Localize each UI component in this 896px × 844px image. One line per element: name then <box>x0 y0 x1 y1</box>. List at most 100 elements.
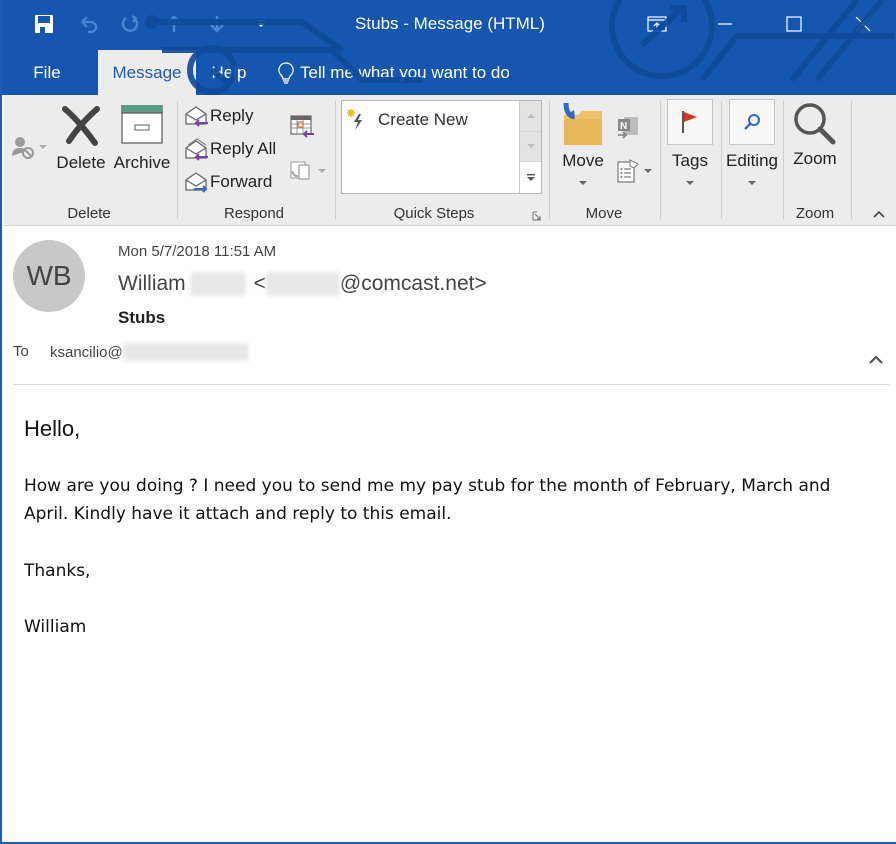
message-subject: Stubs <box>118 308 166 327</box>
quick-steps-scroll-up[interactable] <box>520 101 541 132</box>
tell-me-search[interactable]: Tell me what you want to do <box>278 50 510 95</box>
group-separator <box>851 101 852 219</box>
ribbon: Delete Archive Delete Reply Reply All Fo… <box>4 95 896 226</box>
zoom-magnifier-icon <box>794 103 836 145</box>
group-separator <box>549 101 550 219</box>
sender-email-open: < <box>253 272 266 295</box>
reply-with-meeting-icon <box>290 115 314 138</box>
tags-label: Tags <box>672 151 708 170</box>
rules-icon <box>617 159 639 183</box>
delete-icon <box>62 106 100 146</box>
more-respond-icon <box>290 161 310 180</box>
recipient-email: ksancilio@ <box>50 343 123 361</box>
group-label-zoom: Zoom <box>795 205 835 222</box>
body-paragraph: How are you doing ? I need you to send m… <box>24 475 831 525</box>
find-icon <box>744 114 760 130</box>
reply-all-label: Reply All <box>210 139 277 158</box>
message-body[interactable]: Hello, How are you doing ? I need you to… <box>24 415 854 642</box>
archive-label: Archive <box>113 153 171 172</box>
close-button[interactable] <box>840 6 886 42</box>
tab-file[interactable]: File <box>20 50 74 95</box>
dialog-launcher-icon <box>532 211 541 221</box>
more-respond-caret <box>318 169 326 173</box>
quick-steps-scroll-down[interactable] <box>520 131 541 163</box>
reply-all-button[interactable]: Reply All <box>184 135 276 163</box>
onenote-button[interactable]: N <box>616 113 640 141</box>
tags-icon-frame <box>667 99 713 145</box>
recipient[interactable]: ksancilio@ <box>50 343 249 361</box>
collapse-ribbon-button[interactable] <box>872 206 886 224</box>
tab-message[interactable]: Message <box>98 50 196 95</box>
quick-steps-more[interactable] <box>520 162 541 193</box>
forward-icon <box>185 172 208 193</box>
to-label: To <box>13 343 29 360</box>
body-closing: Thanks, <box>24 560 91 581</box>
chevron-up-icon <box>873 210 885 218</box>
collapse-header-button[interactable] <box>866 350 886 370</box>
close-icon <box>855 16 871 32</box>
more-respond-button[interactable] <box>289 157 326 185</box>
quick-step-create-icon <box>347 109 362 130</box>
move-label: Move <box>562 151 604 170</box>
ignore-conversation-icon <box>12 137 34 159</box>
tags-caret <box>686 181 694 185</box>
recipient-domain-redacted <box>122 343 249 361</box>
ribbon-tab-bar: File Message Help Tell me what you want … <box>2 50 896 95</box>
delete-button[interactable]: Delete <box>54 103 108 173</box>
zoom-button[interactable]: Zoom <box>789 101 841 169</box>
group-separator <box>721 101 722 219</box>
ignore-button[interactable] <box>10 133 47 161</box>
reply-with-meeting-button[interactable] <box>289 112 315 140</box>
gallery-more-icon <box>526 173 535 181</box>
chevron-up-icon <box>869 355 883 364</box>
group-label-move: Move <box>585 205 623 222</box>
scroll-up-icon <box>526 113 535 118</box>
ignore-dropdown-caret <box>39 145 47 149</box>
archive-icon <box>121 105 163 144</box>
body-signature: William <box>24 617 87 637</box>
title-bar: Stubs - Message (HTML) <box>2 0 896 50</box>
rules-caret <box>644 169 652 173</box>
body-greeting: Hello, <box>24 416 81 441</box>
reply-all-icon <box>185 138 208 161</box>
move-button[interactable]: Move <box>558 101 608 185</box>
move-folder-icon <box>563 102 602 145</box>
editing-button[interactable]: Editing <box>726 99 778 185</box>
lightbulb-icon <box>278 61 294 84</box>
forward-label: Forward <box>210 172 273 191</box>
rules-button[interactable] <box>616 157 652 185</box>
maximize-icon <box>786 16 802 32</box>
reply-button[interactable]: Reply <box>184 102 253 130</box>
quick-steps-dialog-launcher[interactable] <box>532 208 542 226</box>
reply-icon <box>185 106 208 127</box>
sender[interactable]: William < @comcast.net> <box>118 272 487 296</box>
group-label-respond: Respond <box>223 205 285 222</box>
maximize-button[interactable] <box>771 6 817 42</box>
zoom-label: Zoom <box>793 149 837 168</box>
quick-steps-gallery: Create New <box>341 100 542 194</box>
quick-steps-scroll <box>519 101 541 193</box>
sender-avatar: WB <box>13 240 85 312</box>
tell-me-placeholder: Tell me what you want to do <box>300 62 510 82</box>
archive-button[interactable]: Archive <box>110 103 174 173</box>
delete-label: Delete <box>56 153 106 172</box>
editing-caret <box>748 181 756 185</box>
header-divider <box>13 384 889 385</box>
svg-text:N: N <box>620 121 627 132</box>
group-separator <box>335 101 336 219</box>
minimize-button[interactable] <box>702 6 748 42</box>
quick-step-label: Create New <box>378 110 468 129</box>
ribbon-display-icon <box>647 16 667 32</box>
outlook-message-window: Stubs - Message (HTML) File Message Help… <box>0 0 896 844</box>
quick-step-create-new[interactable]: Create New <box>346 109 468 131</box>
forward-button[interactable]: Forward <box>184 168 272 196</box>
tab-help[interactable]: Help <box>202 50 256 95</box>
ribbon-display-options-button[interactable] <box>634 6 680 42</box>
group-separator <box>783 101 784 219</box>
editing-icon-frame <box>729 99 775 145</box>
sender-email-redacted <box>265 272 340 296</box>
sender-first-name: William <box>118 272 186 295</box>
tags-button[interactable]: Tags <box>667 99 713 185</box>
reply-label: Reply <box>210 106 254 125</box>
flag-icon <box>682 111 697 133</box>
